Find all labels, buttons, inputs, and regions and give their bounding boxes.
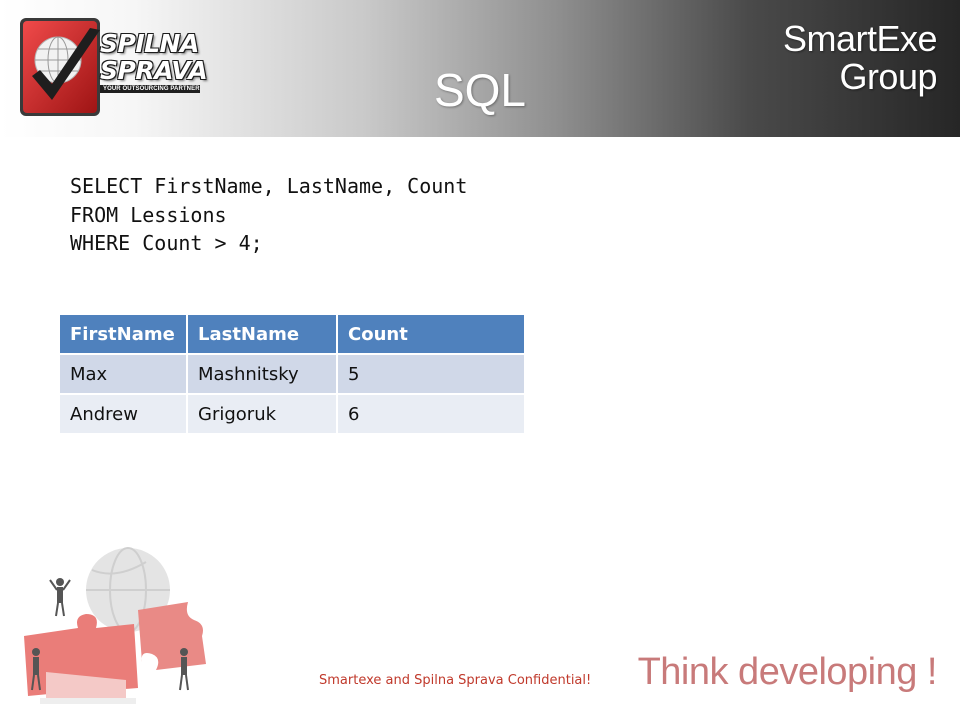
spilna-sprava-logo: SPILNA SPRAVA YOUR OUTSOURCING PARTNER [18,16,208,120]
sql-line-select: SELECT FirstName, LastName, Count [70,174,468,198]
slide-header: SPILNA SPRAVA YOUR OUTSOURCING PARTNER S… [0,0,960,137]
table-row: Max Mashnitsky 5 [60,355,526,395]
brand-line-1: SmartExe [782,18,938,59]
column-header-count: Count [338,315,526,355]
cell-count: 5 [338,355,526,395]
sql-line-from: FROM Lessions [70,202,227,227]
cell-lastname: Mashnitsky [188,355,338,395]
slogan: Think developing ! [637,651,938,693]
confidential-note: Smartexe and Spilna Sprava Confidential! [319,673,592,688]
column-header-lastname: LastName [188,315,338,355]
column-header-firstname: FirstName [60,315,188,355]
cell-firstname: Andrew [60,395,188,435]
slide-title: SQL [433,64,527,116]
smartexe-brand: SmartExe Group [782,18,938,97]
table-row: Andrew Grigoruk 6 [60,395,526,435]
sql-query: SELECT FirstName, LastName, Count FROM L… [70,172,467,258]
brand-line-2: Group [839,56,937,97]
table-header-row: FirstName LastName Count [60,315,526,355]
cell-lastname: Grigoruk [188,395,338,435]
cell-firstname: Max [60,355,188,395]
logo-tagline: YOUR OUTSOURCING PARTNER [100,85,200,93]
puzzle-globe-figures-icon [24,547,206,704]
globe-checkmark-logo-icon [20,18,100,116]
logo-word-sprava: SPRAVA [100,56,208,85]
sql-line-where: WHERE Count > 4; [70,231,263,255]
result-table: FirstName LastName Count Max Mashnitsky … [60,315,526,435]
cell-count: 6 [338,395,526,435]
logo-word-spilna: SPILNA [100,29,199,58]
